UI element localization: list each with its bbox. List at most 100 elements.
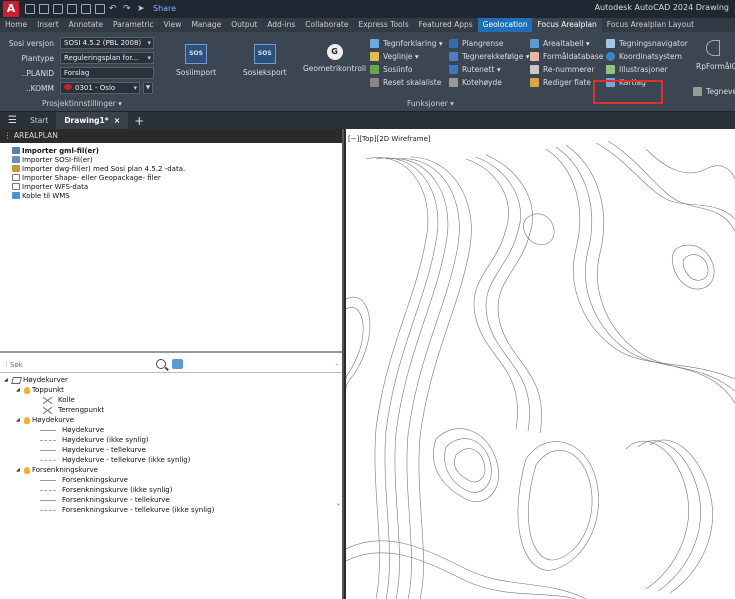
bulb-icon[interactable] [24,466,30,474]
viewport-controls-label[interactable]: [−][Top][2D Wireframe] [348,135,431,143]
sosiinfo-button[interactable]: Sosiinfo [370,63,443,76]
tab-output[interactable]: Output [226,18,262,32]
panel-label-funksjoner[interactable]: Funksjoner ▾ [407,99,454,108]
tab-insert[interactable]: Insert [32,18,64,32]
tab-collaborate[interactable]: Collaborate [300,18,353,32]
rutenett-button[interactable]: Rutenett ▾ [449,63,529,76]
plangrense-button[interactable]: Plangrense [449,37,529,50]
tree-leaf[interactable]: Høydekurve - tellekurve [0,445,342,455]
tree-leaf[interactable]: Forsenkningskurve - tellekurve (ikke syn… [0,505,342,515]
expand-icon[interactable]: ◢ [16,387,22,393]
import-dwg-item[interactable]: Importer dwg-fil(er) med Sosi plan 4.5.2… [12,164,342,173]
tree-node-group[interactable]: ◢ Toppunkt [0,385,342,395]
import-shape-item[interactable]: Importer Shape- eller Geopackage- filer [12,173,342,182]
renumber-icon [530,65,539,74]
tab-drawing1[interactable]: Drawing1* × [56,112,129,129]
tegnerekkefolge-button[interactable]: Tegnerekkefølge ▾ [449,50,529,63]
reset-skalaliste-button[interactable]: Reset skalaliste [370,76,443,89]
search-input[interactable] [10,360,150,369]
geometrikontroll-button[interactable]: G Geometrikontroll [303,44,366,73]
tab-start[interactable]: Start [22,112,56,129]
tree-node-root[interactable]: ◢ Høydekurver [0,375,342,385]
expand-icon[interactable]: ◢ [16,417,22,423]
tegningsnavigator-button[interactable]: Tegningsnavigator [606,37,688,50]
line-symbol-icon [40,479,56,481]
save-icon[interactable] [53,4,63,14]
expand-icon[interactable]: ◢ [16,467,22,473]
kotehoyde-button[interactable]: Kotehøyde [449,76,529,89]
tab-add-ins[interactable]: Add-ins [262,18,300,32]
komm-dropdown[interactable]: 0301 - Oslo ▾ [60,82,140,94]
tree-node-group[interactable]: ◢ Forsenkningskurve [0,465,342,475]
panel-label-prosjektinnstillinger[interactable]: Prosjektinnstillinger ▾ [42,99,122,108]
scroll-indicator[interactable]: ⌄ [336,500,342,507]
arealtabell-button[interactable]: Arealtabell ▾ [530,37,603,50]
kartlag-highlight-box [593,80,663,104]
planid-field[interactable]: Forslag [60,67,154,79]
search-icon[interactable] [156,359,166,369]
palette-header: ⋮ AREALPLAN [0,129,342,143]
tegnforklaring-button[interactable]: Tegnforklaring ▾ [370,37,443,50]
open-file-icon[interactable] [39,4,49,14]
collapse-icon[interactable]: - [335,361,338,369]
tab-express-tools[interactable]: Express Tools [353,18,413,32]
tree-leaf[interactable]: Høydekurve (ikke synlig) [0,435,342,445]
autocad-logo-icon[interactable]: A [3,1,19,17]
tab-featured-apps[interactable]: Featured Apps [414,18,478,32]
tree-leaf[interactable]: Forsenkningskurve [0,475,342,485]
new-tab-button[interactable]: + [134,114,144,128]
import-wfs-item[interactable]: Importer WFS-data [12,182,342,191]
tab-focus-arealplan-layout[interactable]: Focus Arealplan Layout [602,18,699,32]
import-sosi-item[interactable]: Importer SOSI-fil(er) [12,155,342,164]
bulb-icon[interactable] [24,416,30,424]
redo-icon[interactable]: ↷ [123,4,133,14]
tab-annotate[interactable]: Annotate [64,18,108,32]
tree-leaf[interactable]: Terrengpunkt [0,405,342,415]
tree-leaf[interactable]: Høydekurve - tellekurve (ikke synlig) [0,455,342,465]
rpformal-button[interactable]: RpFormålG [696,40,735,71]
tegnever-button[interactable]: Tegnever [693,85,735,98]
bulb-icon[interactable] [24,386,30,394]
sosi-version-dropdown[interactable]: SOSI 4.5.2 (PBL 2008) ▾ [60,37,154,49]
undo-icon[interactable]: ↶ [109,4,119,14]
expand-icon[interactable]: ◢ [4,377,10,383]
tree-leaf[interactable]: Høydekurve [0,425,342,435]
veglinje-button[interactable]: Veglinje ▾ [370,50,443,63]
info-icon [370,65,379,74]
tab-manage[interactable]: Manage [186,18,226,32]
drawing-viewport[interactable]: [−][Top][2D Wireframe] [346,129,735,599]
tab-home[interactable]: Home [0,18,32,32]
share-icon[interactable]: ➤ [137,4,147,14]
tree-leaf[interactable]: Forsenkningskurve (ikke synlig) [0,485,342,495]
plot-icon[interactable] [81,4,91,14]
sosiimport-button[interactable]: SOS Sosiimport [176,44,216,77]
tree-node-group[interactable]: ◢ Høydekurve [0,415,342,425]
re-nummerer-button[interactable]: Re-nummerer [530,63,603,76]
hamburger-menu-icon[interactable]: ☰ [8,115,22,126]
tree-leaf[interactable]: Kolle [0,395,342,405]
tab-focus-arealplan[interactable]: Focus Arealplan [532,18,602,32]
illustrasjoner-button[interactable]: Illustrasjoner [606,63,688,76]
print-icon[interactable] [95,4,105,14]
panel-splitter[interactable] [0,351,342,353]
tab-view[interactable]: View [159,18,187,32]
koordinatsystem-button[interactable]: Koordinatsystem [606,50,688,63]
geometry-check-icon: G [326,44,343,60]
formaldatabase-button[interactable]: Formåldatabase [530,50,603,63]
komm-expand-button[interactable]: ▼ [143,82,153,94]
save-as-icon[interactable] [67,4,77,14]
tab-parametric[interactable]: Parametric [108,18,159,32]
share-button[interactable]: Share [153,4,176,14]
sosieksport-button[interactable]: SOS Sosieksport [243,44,287,77]
tab-geolocation[interactable]: Geolocation [477,18,533,32]
new-file-icon[interactable] [25,4,35,14]
import-gml-item[interactable]: Importer gml-fil(er) [12,146,342,155]
setting-label: Sosi versjon [8,38,54,48]
plantype-dropdown[interactable]: Reguleringsplan for... ▾ [60,52,154,64]
add-layer-icon[interactable] [172,359,183,369]
connect-wms-item[interactable]: Koble til WMS [12,191,342,200]
area-table-icon [530,39,539,48]
close-icon[interactable]: × [114,116,120,125]
tree-leaf[interactable]: Forsenkningskurve - tellekurve [0,495,342,505]
line-symbol-icon [40,449,56,451]
